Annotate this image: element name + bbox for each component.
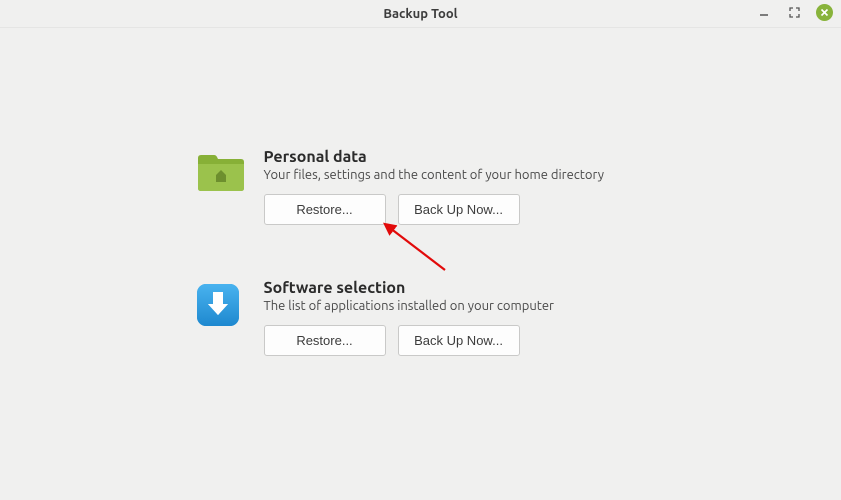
software-selection-desc: The list of applications installed on yo… <box>264 299 646 313</box>
software-selection-section: Software selection The list of applicati… <box>196 279 646 356</box>
folder-home-icon <box>196 152 246 194</box>
personal-data-title: Personal data <box>264 148 646 166</box>
main-content: Personal data Your files, settings and t… <box>0 28 841 356</box>
download-icon <box>196 283 246 325</box>
maximize-button[interactable] <box>786 5 802 21</box>
minimize-button[interactable] <box>756 5 772 21</box>
personal-restore-button[interactable]: Restore... <box>264 194 386 225</box>
personal-backup-button[interactable]: Back Up Now... <box>398 194 520 225</box>
software-backup-button[interactable]: Back Up Now... <box>398 325 520 356</box>
personal-data-desc: Your files, settings and the content of … <box>264 168 646 182</box>
software-selection-buttons: Restore... Back Up Now... <box>264 325 646 356</box>
software-selection-title: Software selection <box>264 279 646 297</box>
software-restore-button[interactable]: Restore... <box>264 325 386 356</box>
close-button[interactable] <box>816 4 833 21</box>
window-controls <box>756 4 833 21</box>
window-title: Backup Tool <box>383 7 457 21</box>
personal-data-body: Personal data Your files, settings and t… <box>264 148 646 225</box>
personal-data-section: Personal data Your files, settings and t… <box>196 148 646 225</box>
titlebar: Backup Tool <box>0 0 841 28</box>
software-selection-body: Software selection The list of applicati… <box>264 279 646 356</box>
personal-data-buttons: Restore... Back Up Now... <box>264 194 646 225</box>
